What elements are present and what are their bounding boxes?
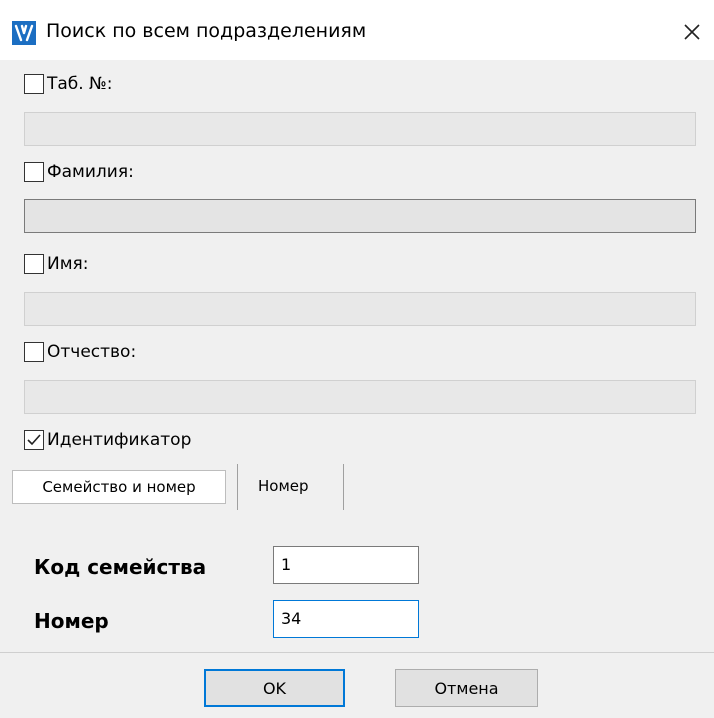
- tab-number-label: Таб. №:: [47, 74, 113, 94]
- number-label: Номер: [34, 609, 109, 633]
- patronymic-label: Отчество:: [47, 342, 137, 362]
- window-title: Поиск по всем подразделениям: [46, 20, 367, 42]
- name-checkbox[interactable]: [24, 254, 44, 274]
- ok-button[interactable]: OK: [204, 669, 345, 707]
- checkmark-icon: [27, 434, 41, 446]
- number-input[interactable]: 34: [273, 600, 419, 638]
- patronymic-input[interactable]: [24, 380, 696, 414]
- close-icon[interactable]: [674, 14, 710, 50]
- patronymic-row: Отчество:: [24, 340, 136, 364]
- tab-number-checkbox[interactable]: [24, 74, 44, 94]
- identifier-label: Идентификатор: [47, 430, 192, 450]
- tab-number[interactable]: Номер: [258, 477, 309, 495]
- surname-checkbox[interactable]: [24, 162, 44, 182]
- identifier-row: Идентификатор: [24, 428, 191, 452]
- identifier-checkbox[interactable]: [24, 430, 44, 450]
- footer-divider: [0, 652, 714, 653]
- tab-separator: [237, 464, 238, 510]
- name-input[interactable]: [24, 292, 696, 326]
- cancel-button[interactable]: Отмена: [395, 669, 538, 707]
- surname-label: Фамилия:: [47, 162, 134, 182]
- tab-number-row: Таб. №:: [24, 72, 113, 96]
- tab-separator: [343, 464, 344, 510]
- app-logo-icon: [12, 21, 36, 45]
- name-row: Имя:: [24, 252, 89, 276]
- surname-input[interactable]: [24, 199, 696, 233]
- patronymic-checkbox[interactable]: [24, 342, 44, 362]
- tab-number-input[interactable]: [24, 112, 696, 146]
- name-label: Имя:: [47, 254, 89, 274]
- family-code-label: Код семейства: [34, 555, 207, 579]
- surname-row: Фамилия:: [24, 160, 134, 184]
- tab-family-and-number[interactable]: Семейство и номер: [12, 470, 226, 504]
- title-bar: Поиск по всем подразделениям: [0, 0, 714, 60]
- family-code-input[interactable]: 1: [273, 546, 419, 584]
